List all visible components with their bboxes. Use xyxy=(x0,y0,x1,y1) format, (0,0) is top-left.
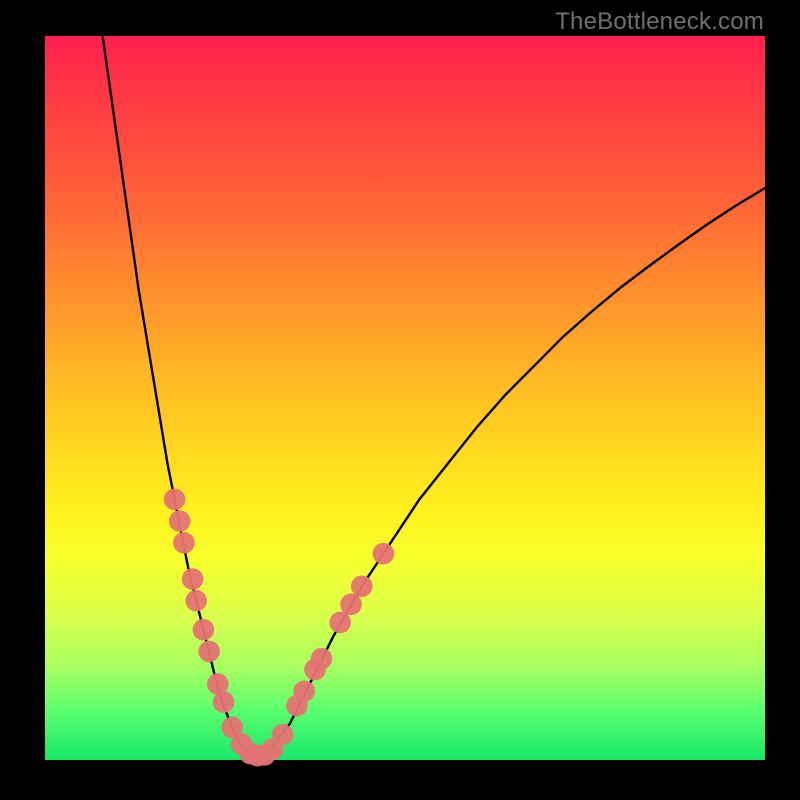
data-point-marker xyxy=(340,594,362,616)
marker-group xyxy=(164,489,394,767)
data-point-marker xyxy=(272,724,294,746)
data-point-marker xyxy=(329,612,351,634)
data-point-marker xyxy=(293,680,315,702)
data-point-marker xyxy=(185,590,207,612)
data-point-marker xyxy=(193,619,215,641)
data-point-marker xyxy=(164,489,186,511)
data-point-marker xyxy=(182,568,204,590)
data-point-marker xyxy=(198,641,220,663)
chart-frame: TheBottleneck.com xyxy=(0,0,800,800)
plot-area xyxy=(45,36,765,760)
data-point-marker xyxy=(373,543,395,565)
data-point-marker xyxy=(213,691,235,713)
data-point-marker xyxy=(311,648,333,670)
data-point-marker xyxy=(173,532,195,554)
data-point-marker xyxy=(169,510,191,532)
chart-svg xyxy=(45,36,765,760)
data-point-marker xyxy=(351,575,373,597)
watermark-text: TheBottleneck.com xyxy=(555,8,764,36)
